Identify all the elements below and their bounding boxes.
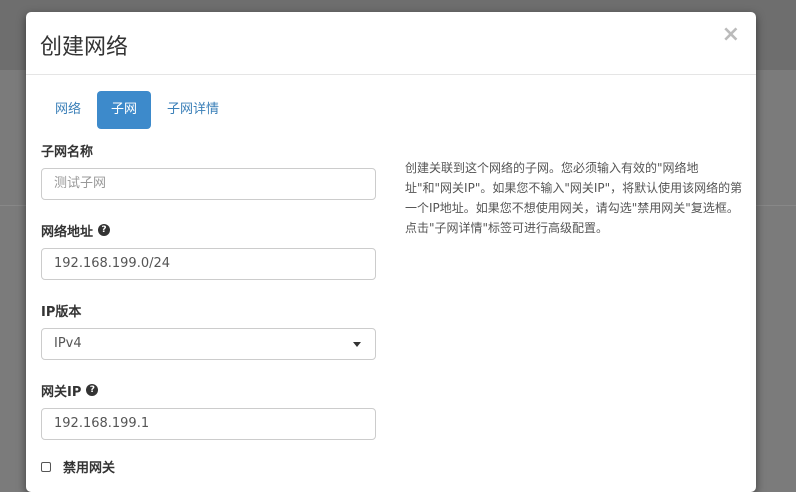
tab-subnet[interactable]: 子网 bbox=[97, 91, 152, 129]
disable-gateway-label: 禁用网关 bbox=[63, 461, 116, 476]
help-icon[interactable]: ? bbox=[98, 224, 111, 236]
ip-version-value: IPv4 bbox=[54, 336, 82, 351]
network-address-label-text: 网络地址 bbox=[41, 224, 94, 240]
gateway-ip-label: 网关IP? bbox=[41, 382, 376, 400]
ip-version-select[interactable]: IPv4 bbox=[41, 328, 376, 360]
tab-bar: 网络 子网 子网详情 bbox=[41, 91, 235, 129]
gateway-ip-input[interactable]: 192.168.199.1 bbox=[41, 408, 376, 440]
close-icon[interactable]: × bbox=[722, 22, 740, 47]
checkbox-icon[interactable] bbox=[41, 461, 51, 472]
tab-subnet-details[interactable]: 子网详情 bbox=[153, 91, 233, 129]
disable-gateway-checkbox[interactable]: 禁用网关 bbox=[41, 457, 376, 476]
network-address-label: 网络地址? bbox=[41, 222, 376, 240]
tab-network[interactable]: 网络 bbox=[41, 91, 95, 129]
help-icon[interactable]: ? bbox=[86, 384, 99, 396]
subnet-form: 子网名称 测试子网 网络地址? 192.168.199.0/24 IP版本 IP… bbox=[41, 140, 376, 476]
create-network-modal: 创建网络 × 网络 子网 子网详情 子网名称 测试子网 网络地址? 192.16… bbox=[26, 12, 756, 492]
modal-header: 创建网络 × bbox=[26, 12, 756, 75]
subnet-name-label-text: 子网名称 bbox=[41, 144, 94, 160]
network-address-input[interactable]: 192.168.199.0/24 bbox=[41, 248, 376, 280]
gateway-ip-label-text: 网关IP bbox=[41, 384, 82, 400]
ip-version-label: IP版本 bbox=[41, 302, 376, 320]
caret-down-icon bbox=[353, 342, 361, 347]
ip-version-label-text: IP版本 bbox=[41, 304, 82, 320]
subnet-name-input[interactable]: 测试子网 bbox=[41, 168, 376, 200]
subnet-name-label: 子网名称 bbox=[41, 142, 376, 160]
modal-title: 创建网络 bbox=[40, 35, 129, 60]
help-text: 创建关联到这个网络的子网。您必须输入有效的"网络地址"和"网关IP"。如果您不输… bbox=[405, 161, 743, 235]
